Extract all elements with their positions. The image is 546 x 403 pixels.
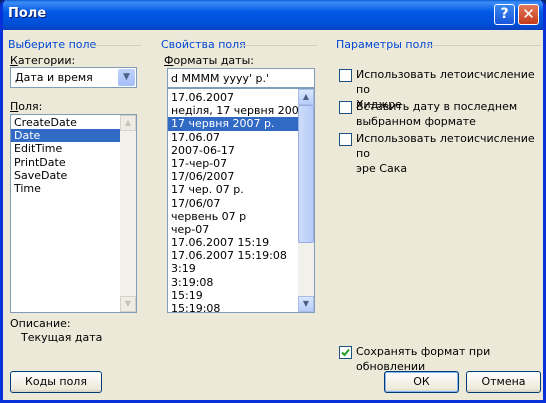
format-list-item[interactable]: 15:19:08 bbox=[168, 302, 300, 312]
field-list-item[interactable]: CreateDate bbox=[11, 116, 136, 129]
field-list-item[interactable]: PrintDate bbox=[11, 156, 136, 169]
last-format-checkbox[interactable] bbox=[339, 101, 352, 114]
window-title: Поле bbox=[8, 6, 47, 21]
date-formats-listbox[interactable]: 17.06.2007неділя, 17 червня 2007 р17 чер… bbox=[167, 88, 315, 313]
field-codes-button[interactable]: Коды поля bbox=[10, 371, 102, 393]
formats-label: Форматы даты: bbox=[164, 54, 254, 67]
format-list-item[interactable]: 17 червня 2007 р. bbox=[168, 117, 300, 131]
last-format-option[interactable]: Вставить дату в последнем выбранном форм… bbox=[356, 99, 517, 129]
scroll-down-icon[interactable]: ▼ bbox=[298, 296, 314, 312]
hijri-checkbox[interactable] bbox=[339, 69, 352, 82]
ok-button[interactable]: ОК bbox=[384, 371, 459, 393]
scroll-up-icon[interactable]: ▲ bbox=[298, 89, 314, 105]
format-list-item[interactable]: 17.06.2007 15:19 bbox=[168, 236, 300, 249]
fields-items: CreateDate Date EditTime PrintDate SaveDate T… bbox=[11, 115, 136, 195]
format-list-item[interactable]: 17/06/07 bbox=[168, 197, 300, 210]
format-list-item[interactable]: 17/06/2007 bbox=[168, 170, 300, 183]
formats-items: 17.06.2007неділя, 17 червня 2007 р17 чер… bbox=[168, 89, 300, 312]
format-list-item[interactable]: 3:19 bbox=[168, 262, 300, 275]
cancel-button[interactable]: Отмена bbox=[466, 371, 541, 393]
section-divider bbox=[241, 45, 317, 46]
format-list-item[interactable]: 15:19 bbox=[168, 289, 300, 302]
last-format-label-line1: Вставить дату в последнем bbox=[356, 100, 518, 113]
field-properties-title: Свойства поля bbox=[161, 38, 246, 51]
field-options-title: Параметры поля bbox=[336, 38, 433, 51]
fields-scrollbar[interactable]: ▲ ▼ bbox=[120, 115, 136, 312]
categories-value: Дата и время bbox=[15, 71, 93, 84]
saka-option[interactable]: Использовать летоисчисление по эре Сака bbox=[356, 131, 543, 176]
format-list-item[interactable]: 3:19:08 bbox=[168, 276, 300, 289]
categories-combobox[interactable]: Дата и время ▼ bbox=[10, 67, 137, 88]
hijri-label-line1: Использовать летоисчисление по bbox=[356, 68, 535, 96]
fields-label: Поля: bbox=[10, 100, 43, 113]
formats-label-text: орматы даты: bbox=[173, 54, 254, 67]
format-list-item[interactable]: 17.06.07 bbox=[168, 131, 300, 144]
formats-scrollbar[interactable]: ▲ ▼ bbox=[298, 89, 314, 312]
section-divider bbox=[91, 45, 141, 46]
format-list-item[interactable]: неділя, 17 червня 2007 р bbox=[168, 104, 300, 117]
chevron-down-icon[interactable]: ▼ bbox=[118, 69, 135, 86]
field-list-item[interactable]: EditTime bbox=[11, 142, 136, 155]
format-list-item[interactable]: 17-чер-07 bbox=[168, 157, 300, 170]
description-value: Текущая дата bbox=[21, 331, 103, 344]
checkmark-icon bbox=[341, 348, 350, 357]
saka-checkbox[interactable] bbox=[339, 133, 352, 146]
categories-label: Категории: bbox=[10, 54, 76, 67]
field-list-item[interactable]: Date bbox=[11, 129, 136, 143]
categories-label-text: атегории: bbox=[17, 54, 76, 67]
format-list-item[interactable]: чер-07 bbox=[168, 223, 300, 236]
field-list-item[interactable]: SaveDate bbox=[11, 169, 136, 182]
help-icon[interactable]: ? bbox=[494, 4, 515, 25]
scroll-thumb[interactable] bbox=[298, 105, 314, 243]
fields-listbox[interactable]: CreateDate Date EditTime PrintDate SaveDate T… bbox=[10, 114, 137, 313]
title-bar[interactable]: Поле ? ✕ bbox=[3, 0, 543, 30]
preserve-format-label[interactable]: Сохранять формат при обновлении bbox=[356, 344, 543, 374]
format-list-item[interactable]: 2007-06-17 bbox=[168, 144, 300, 157]
saka-label-line1: Использовать летоисчисление по bbox=[356, 132, 535, 160]
fields-label-text: оля: bbox=[18, 100, 43, 113]
description-label: Описание: bbox=[10, 317, 71, 330]
format-list-item[interactable]: 17 чер. 07 р. bbox=[168, 183, 300, 196]
scroll-up-icon[interactable]: ▲ bbox=[120, 115, 136, 131]
format-list-item[interactable]: 17.06.2007 15:19:08 bbox=[168, 249, 300, 262]
section-divider bbox=[429, 45, 541, 46]
scroll-down-icon[interactable]: ▼ bbox=[120, 296, 136, 312]
last-format-label-line2: выбранном формате bbox=[356, 115, 476, 128]
format-list-item[interactable]: 17.06.2007 bbox=[168, 91, 300, 104]
preserve-format-checkbox[interactable] bbox=[339, 346, 352, 359]
field-list-item[interactable]: Time bbox=[11, 182, 136, 195]
format-list-item[interactable]: червень 07 р bbox=[168, 210, 300, 223]
field-dialog: Поле ? ✕ Выберите поле Категории: Дата и… bbox=[0, 0, 546, 403]
close-icon[interactable]: ✕ bbox=[518, 4, 539, 25]
saka-label-line2: эре Сака bbox=[356, 162, 408, 175]
choose-field-title: Выберите поле bbox=[8, 38, 97, 51]
date-format-input[interactable]: d MMMM yyyy' р.' bbox=[167, 68, 315, 88]
